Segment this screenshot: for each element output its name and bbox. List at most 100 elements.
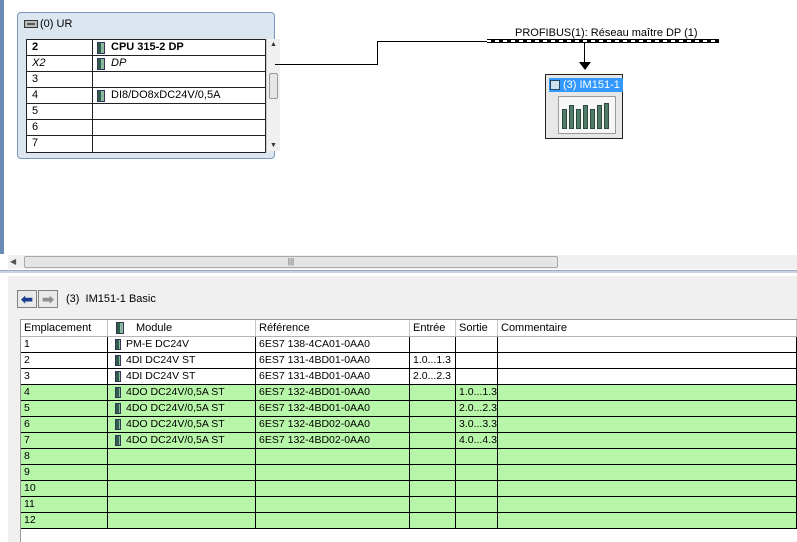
rack-row[interactable]: X2 DP [27,56,265,72]
rack-module-cell[interactable] [93,104,265,119]
cell-reference[interactable] [256,449,410,465]
cell-output[interactable]: 3.0...3.3 [456,417,498,433]
rack-scroll-thumb[interactable] [269,73,278,99]
cell-reference[interactable]: 6ES7 132-4BD02-0AA0 [256,417,410,433]
dp-slave-im151[interactable]: (3) IM151-1 [545,74,623,139]
cell-output[interactable]: 1.0...1.3 [456,385,498,401]
cell-module[interactable]: 4DO DC24V/0,5A ST [108,417,256,433]
cell-reference[interactable]: 6ES7 131-4BD01-0AA0 [256,353,410,369]
scroll-down-icon[interactable]: ▼ [270,142,277,149]
rack-module-cell[interactable]: DP [93,56,265,71]
column-header-input[interactable]: Entrée [410,320,456,336]
cell-input[interactable]: 2.0...2.3 [410,369,456,385]
rack-scrollbar[interactable]: ▲ ▼ [266,39,280,151]
horizontal-scrollbar[interactable]: ◀ ||| [8,255,797,269]
cell-slot[interactable]: 6 [21,417,108,433]
cell-output[interactable] [456,513,498,529]
cell-input[interactable] [410,433,456,449]
cell-module[interactable] [108,481,256,497]
rack-module-cell[interactable]: CPU 315-2 DP [93,40,265,55]
forward-button[interactable]: ➡ [38,290,58,308]
table-row[interactable]: 2 4DI DC24V ST 6ES7 131-4BD01-0AA0 1.0...1.… [21,353,797,369]
cell-reference[interactable] [256,497,410,513]
rack-row[interactable]: 2 CPU 315-2 DP [27,40,265,56]
column-header-module[interactable]: Module [108,320,256,336]
cell-slot[interactable]: 9 [21,465,108,481]
cell-input[interactable] [410,513,456,529]
cell-slot[interactable]: 12 [21,513,108,529]
cell-slot[interactable]: 2 [21,353,108,369]
cell-reference[interactable] [256,465,410,481]
cell-input[interactable] [410,449,456,465]
cell-comment[interactable] [498,433,797,449]
horizontal-scroll-thumb[interactable]: ||| [24,256,558,268]
cell-output[interactable] [456,449,498,465]
rack-module-cell[interactable] [93,72,265,87]
table-row[interactable]: 9 [21,465,797,481]
cell-input[interactable] [410,385,456,401]
cell-output[interactable]: 4.0...4.3 [456,433,498,449]
rack-ur[interactable]: (0) UR 2 CPU 315-2 DP X2 DP 3 4 DI8/DO8xDC24V/… [17,12,280,159]
cell-input[interactable] [410,337,456,353]
cell-slot[interactable]: 3 [21,369,108,385]
station-view[interactable]: (0) UR 2 CPU 315-2 DP X2 DP 3 4 DI8/DO8xDC24V/… [0,0,797,254]
column-header-output[interactable]: Sortie [456,320,498,336]
table-row[interactable]: 3 4DI DC24V ST 6ES7 131-4BD01-0AA0 2.0...2.… [21,369,797,385]
cell-module[interactable]: PM-E DC24V [108,337,256,353]
rack-row[interactable]: 6 [27,120,265,136]
table-row[interactable]: 5 4DO DC24V/0,5A ST 6ES7 132-4BD01-0AA0 2.0… [21,401,797,417]
cell-comment[interactable] [498,497,797,513]
cell-input[interactable] [410,401,456,417]
cell-comment[interactable] [498,401,797,417]
rack-module-cell[interactable]: DI8/DO8xDC24V/0,5A [93,88,265,103]
cell-comment[interactable] [498,481,797,497]
cell-reference[interactable]: 6ES7 131-4BD01-0AA0 [256,369,410,385]
table-row[interactable]: 12 [21,513,797,529]
cell-input[interactable] [410,497,456,513]
cell-module[interactable] [108,449,256,465]
cell-slot[interactable]: 10 [21,481,108,497]
cell-output[interactable] [456,369,498,385]
cell-output[interactable] [456,337,498,353]
cell-input[interactable] [410,481,456,497]
rack-module-cell[interactable] [93,120,265,135]
cell-module[interactable]: 4DO DC24V/0,5A ST [108,433,256,449]
cell-comment[interactable] [498,369,797,385]
cell-input[interactable]: 1.0...1.3 [410,353,456,369]
column-header-slot[interactable]: Emplacement [21,320,108,336]
cell-slot[interactable]: 11 [21,497,108,513]
cell-module[interactable] [108,465,256,481]
slave-label[interactable]: (3) IM151-1 [549,78,623,92]
table-row[interactable]: 1 PM-E DC24V 6ES7 138-4CA01-0AA0 [21,337,797,353]
profibus-line[interactable] [487,39,719,43]
cell-comment[interactable] [498,417,797,433]
column-header-reference[interactable]: Référence [256,320,410,336]
back-button[interactable]: ⬅ [17,290,37,308]
table-row[interactable]: 8 [21,449,797,465]
cell-reference[interactable]: 6ES7 132-4BD02-0AA0 [256,433,410,449]
cell-module[interactable]: 4DI DC24V ST [108,369,256,385]
cell-slot[interactable]: 8 [21,449,108,465]
cell-module[interactable] [108,497,256,513]
cell-comment[interactable] [498,337,797,353]
cell-reference[interactable]: 6ES7 132-4BD01-0AA0 [256,401,410,417]
cell-reference[interactable]: 6ES7 138-4CA01-0AA0 [256,337,410,353]
table-row[interactable]: 7 4DO DC24V/0,5A ST 6ES7 132-4BD02-0AA0 4.0… [21,433,797,449]
cell-input[interactable] [410,417,456,433]
cell-output[interactable] [456,353,498,369]
table-row[interactable]: 6 4DO DC24V/0,5A ST 6ES7 132-4BD02-0AA0 3.0… [21,417,797,433]
cell-output[interactable]: 2.0...2.3 [456,401,498,417]
cell-reference[interactable] [256,481,410,497]
cell-comment[interactable] [498,449,797,465]
rack-module-cell[interactable] [93,136,265,152]
table-row[interactable]: 4 4DO DC24V/0,5A ST 6ES7 132-4BD01-0AA0 1.0… [21,385,797,401]
table-row[interactable]: 10 [21,481,797,497]
cell-output[interactable] [456,481,498,497]
cell-comment[interactable] [498,385,797,401]
scroll-up-icon[interactable]: ▲ [270,41,277,48]
cell-slot[interactable]: 5 [21,401,108,417]
cell-output[interactable] [456,497,498,513]
cell-comment[interactable] [498,353,797,369]
cell-slot[interactable]: 1 [21,337,108,353]
rack-row[interactable]: 5 [27,104,265,120]
